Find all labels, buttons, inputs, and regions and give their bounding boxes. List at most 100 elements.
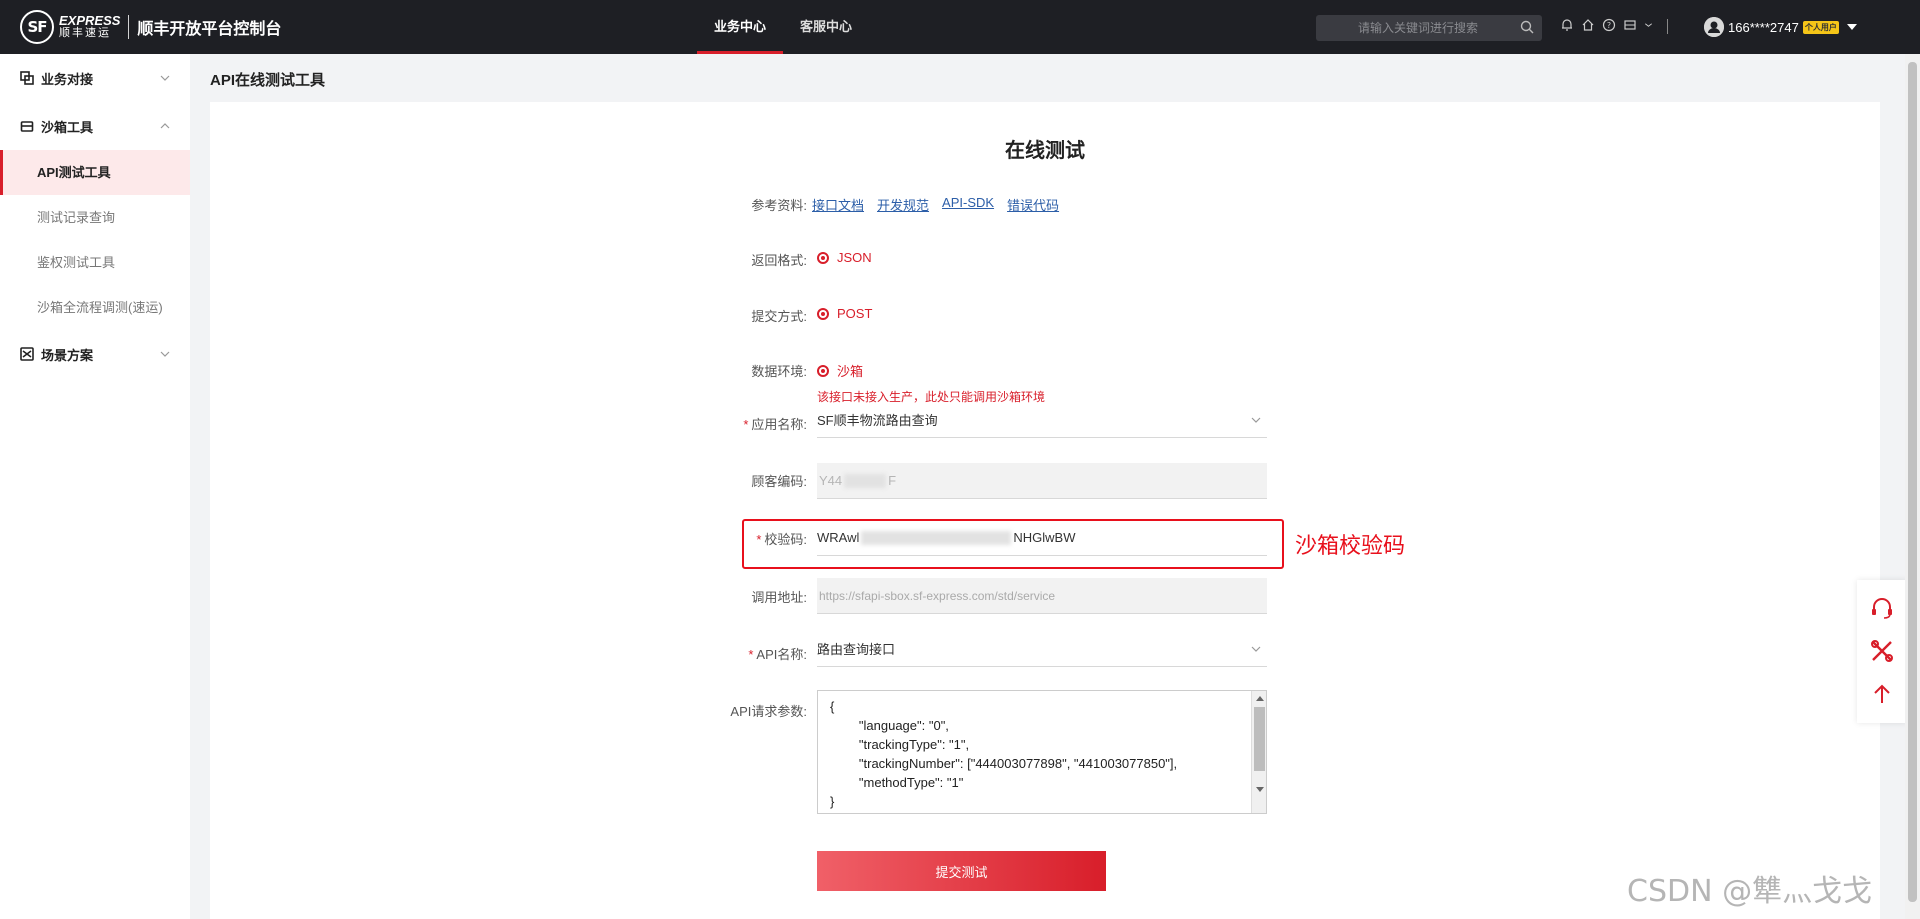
logo-text: EXPRESS 顺丰速运 [59,13,121,39]
bell-icon[interactable] [1560,18,1574,32]
toolbox-icon [20,121,34,132]
sidebar-group-label: 业务对接 [41,71,94,87]
page-scroll-thumb[interactable] [1908,62,1917,902]
chevron-down-icon [160,75,170,81]
sidebar-group-scenarios[interactable]: 场景方案 [0,330,190,378]
sf-logo-mark: SF [20,10,54,44]
watermark: CSDN @犨灬戈戈 [1627,874,1873,909]
app-name-select[interactable]: SF顺丰物流路由查询 [817,402,1267,438]
textarea-scrollbar[interactable] [1251,691,1266,813]
card-title: 在线测试 [1005,140,1085,162]
console-title: 顺丰开放平台控制台 [137,21,282,38]
link-api-docs[interactable]: 接口文档 [812,195,864,214]
logo-en: EXPRESS [59,13,121,28]
sidebar-item-auth-test[interactable]: 鉴权测试工具 [0,240,190,285]
radio-sandbox[interactable]: 沙箱 [817,361,863,380]
sidebar-group-sandbox[interactable]: 沙箱工具 [0,102,190,150]
logo[interactable]: SF EXPRESS 顺丰速运 顺丰开放平台控制台 [20,10,282,44]
radio-checked-icon [817,307,829,320]
search-icon[interactable] [1520,20,1534,34]
sidebar-group-label: 场景方案 [41,347,94,363]
chevron-down-icon [1251,417,1261,423]
customer-code-label: 顾客编码: [751,474,807,489]
customer-code-prefix: Y44 [819,473,843,488]
api-name-value: 路由查询接口 [817,642,896,657]
test-form-card: 在线测试 参考资料: 接口文档 开发规范 API-SDK 错误代码 返回格式: … [210,102,1880,919]
sidebar-item-api-test-tool[interactable]: API测试工具 [0,150,190,195]
scroll-thumb[interactable] [1254,707,1265,771]
floating-toolbar [1857,580,1907,723]
scroll-up-icon[interactable] [1256,696,1264,701]
params-textarea[interactable]: { "language": "0", "trackingType": "1", … [817,690,1267,814]
tools-icon[interactable] [1869,638,1895,664]
customer-service-icon[interactable] [1869,596,1895,622]
label-text: API名称: [756,647,807,662]
radio-checked-icon [817,364,829,377]
annotation-label: 沙箱校验码 [1295,533,1406,558]
nav-business-center[interactable]: 业务中心 [697,0,784,54]
url-label: 调用地址: [751,590,807,605]
page-title: API在线测试工具 [210,72,326,89]
username: 166****2747 [1728,19,1799,35]
language-icon[interactable] [1623,18,1637,32]
caret-down-icon[interactable] [1846,24,1857,30]
reference-label: 参考资料: [751,198,807,213]
env-label: 数据环境: [751,364,807,379]
submit-method-label: 提交方式: [751,309,807,324]
chevron-down-icon[interactable] [1644,18,1653,32]
sidebar-item-test-records[interactable]: 测试记录查询 [0,195,190,240]
radio-label: 沙箱 [837,364,864,379]
link-dev-spec[interactable]: 开发规范 [877,195,929,214]
customer-code-field: Y44 F [817,463,1267,499]
radio-post[interactable]: POST [817,306,872,321]
search-box [1316,15,1542,41]
scroll-down-icon[interactable] [1256,787,1264,792]
back-to-top-icon[interactable] [1869,681,1895,707]
reference-links: 接口文档 开发规范 API-SDK 错误代码 [812,195,1059,214]
app-name-value: SF顺丰物流路由查询 [817,413,938,428]
redacted-mask [844,473,887,488]
top-bar: SF EXPRESS 顺丰速运 顺丰开放平台控制台 业务中心 客服中心 ? 16… [0,0,1920,54]
home-icon[interactable] [1581,18,1595,32]
radio-checked-icon [817,251,829,264]
avatar [1704,17,1724,37]
header-divider [1667,19,1668,34]
link-api-sdk[interactable]: API-SDK [942,195,994,214]
link-error-codes[interactable]: 错误代码 [1007,195,1059,214]
page-scrollbar[interactable] [1905,54,1920,919]
user-menu[interactable]: 166****2747 个人用户 [1704,17,1857,37]
params-label: API请求参数: [730,704,807,719]
highlight-box [742,519,1284,569]
label-text: 应用名称: [751,417,807,432]
scenario-icon [20,347,34,361]
help-icon[interactable]: ? [1602,18,1616,32]
return-format-label: 返回格式: [751,253,807,268]
sidebar: 业务对接 沙箱工具 API测试工具 测试记录查询 鉴权测试工具 沙箱全流程调测(… [0,54,190,919]
user-icon [1704,17,1724,37]
search-input[interactable] [1316,15,1506,41]
top-nav: 业务中心 客服中心 [697,0,869,54]
url-field: https://sfapi-sbox.sf-express.com/std/se… [817,578,1267,614]
params-content: { "language": "0", "trackingType": "1", … [830,699,1178,809]
chevron-down-icon [160,351,170,357]
logo-cn: 顺丰速运 [59,27,111,39]
radio-label: POST [837,306,873,321]
sidebar-group-business[interactable]: 业务对接 [0,54,190,102]
submit-test-button[interactable]: 提交测试 [817,851,1106,891]
svg-text:?: ? [1607,21,1611,30]
nav-service-center[interactable]: 客服中心 [783,0,869,54]
chevron-up-icon [160,123,170,129]
logo-divider [128,15,130,39]
api-name-select[interactable]: 路由查询接口 [817,631,1267,667]
header-tools: ? [1560,18,1653,32]
chevron-down-icon [1251,646,1261,652]
customer-code-suffix: F [888,473,897,488]
user-type-badge: 个人用户 [1802,20,1839,34]
sidebar-item-sandbox-full-flow[interactable]: 沙箱全流程调测(速运) [0,285,190,330]
api-name-label: * API名称: [748,647,807,662]
app-name-label: * 应用名称: [743,417,807,432]
sidebar-group-label: 沙箱工具 [41,119,94,135]
radio-label: JSON [837,250,872,265]
radio-json[interactable]: JSON [817,250,872,265]
link-icon [20,71,34,85]
